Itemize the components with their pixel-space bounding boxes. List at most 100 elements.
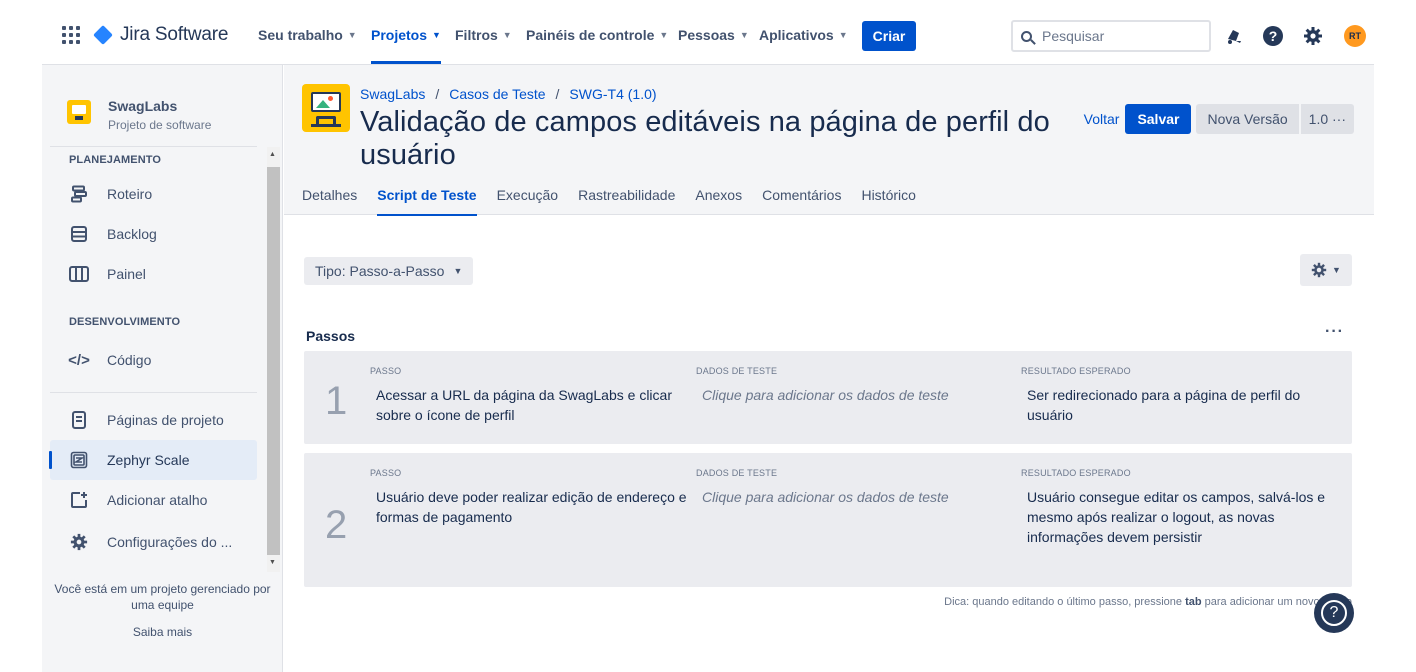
chevron-down-icon: ▼: [659, 30, 669, 40]
project-sidebar: SwagLabs Projeto de software PLANEJAMENT…: [42, 65, 283, 672]
breadcrumb-separator: /: [435, 86, 440, 102]
nav-filtros[interactable]: Filtros ▼: [455, 27, 512, 43]
script-settings-dropdown[interactable]: ▼: [1300, 254, 1352, 286]
tab-bar: Detalhes Script de Teste Execução Rastre…: [302, 187, 936, 216]
help-icon[interactable]: ?: [1261, 24, 1285, 48]
help-icon: ?: [1321, 600, 1347, 626]
step-action-text[interactable]: Usuário deve poder realizar edição de en…: [376, 487, 690, 527]
step-row-1[interactable]: 1 PASSO Acessar a URL da página da SwagL…: [304, 351, 1352, 444]
nav-label: Painéis de controle: [526, 27, 655, 43]
sidebar-item-painel[interactable]: Painel: [50, 254, 257, 294]
page-icon: [69, 410, 89, 430]
step-result-text[interactable]: Usuário consegue editar os campos, salvá…: [1027, 487, 1331, 547]
nav-seu-trabalho[interactable]: Seu trabalho ▼: [258, 27, 357, 43]
step-col-action[interactable]: PASSO Usuário deve poder realizar edição…: [370, 468, 690, 527]
tab-rastreabilidade[interactable]: Rastreabilidade: [578, 187, 675, 215]
section-planejamento: PLANEJAMENTO: [69, 154, 162, 166]
step-action-text[interactable]: Acessar a URL da página da SwagLabs e cl…: [376, 385, 690, 425]
page-title[interactable]: Validação de campos editáveis na página …: [360, 106, 1080, 172]
learn-more-link[interactable]: Saiba mais: [42, 624, 283, 640]
breadcrumb-current[interactable]: SWG-T4 (1.0): [569, 86, 656, 102]
step-col-data[interactable]: DADOS DE TESTE Clique para adicionar os …: [696, 468, 1016, 507]
add-step-hint: Dica: quando editando o último passo, pr…: [944, 596, 1352, 608]
board-icon: [69, 264, 89, 284]
chevron-down-icon: ▼: [432, 30, 441, 40]
project-header[interactable]: SwagLabs Projeto de software: [67, 98, 211, 132]
nav-aplicativos[interactable]: Aplicativos ▼: [759, 27, 848, 43]
column-label: RESULTADO ESPERADO: [1021, 468, 1131, 478]
nav-paineis[interactable]: Painéis de controle ▼: [526, 27, 668, 43]
apps-grid-icon[interactable]: [62, 26, 82, 46]
sidebar-item-adicionar-atalho[interactable]: Adicionar atalho: [50, 480, 257, 520]
nav-pessoas[interactable]: Pessoas ▼: [678, 27, 749, 43]
tab-anexos[interactable]: Anexos: [695, 187, 742, 215]
nav-projetos[interactable]: Projetos ▼: [371, 27, 441, 64]
scroll-down-icon[interactable]: ▼: [269, 559, 276, 566]
script-type-value: Tipo: Passo-a-Passo: [315, 263, 445, 279]
sidebar-item-label: Zephyr Scale: [107, 452, 190, 468]
app-frame: Jira Software Seu trabalho ▼ Projetos ▼ Fi…: [42, 0, 1374, 672]
save-button[interactable]: Salvar: [1125, 104, 1192, 134]
sidebar-item-label: Código: [107, 352, 152, 368]
step-data-placeholder[interactable]: Clique para adicionar os dados de teste: [702, 487, 1016, 507]
product-logo[interactable]: Jira Software: [93, 24, 229, 46]
sidebar-item-label: Painel: [107, 266, 146, 282]
tab-detalhes[interactable]: Detalhes: [302, 187, 357, 215]
jira-logo-icon: [93, 25, 113, 45]
hint-key: tab: [1185, 596, 1202, 608]
breadcrumb-test-cases[interactable]: Casos de Teste: [449, 86, 545, 102]
divider: [50, 146, 257, 147]
chevron-down-icon: ▼: [739, 30, 749, 40]
sidebar-item-backlog[interactable]: Backlog: [50, 214, 257, 254]
main-content: SwagLabs / Casos de Teste / SWG-T4 (1.0)…: [284, 65, 1374, 672]
version-menu-button[interactable]: 1.0 ···: [1300, 104, 1354, 134]
sidebar-item-label: Configurações do ...: [107, 534, 233, 550]
search-input[interactable]: Pesquisar: [1011, 20, 1211, 52]
chevron-down-icon: ▼: [347, 30, 357, 40]
back-link[interactable]: Voltar: [1084, 111, 1120, 127]
script-type-select[interactable]: Tipo: Passo-a-Passo ▼: [304, 257, 474, 285]
product-name: Jira Software: [120, 24, 229, 45]
notifications-icon[interactable]: [1222, 24, 1246, 48]
breadcrumb-project[interactable]: SwagLabs: [360, 86, 425, 102]
tab-execucao[interactable]: Execução: [497, 187, 558, 215]
sidebar-item-label: Roteiro: [107, 186, 153, 202]
sidebar-item-label: Backlog: [107, 226, 157, 242]
sidebar-item-roteiro[interactable]: Roteiro: [50, 174, 257, 214]
sidebar-item-zephyr[interactable]: Zephyr Scale: [49, 440, 257, 480]
avatar[interactable]: RT: [1344, 25, 1366, 47]
new-version-button[interactable]: Nova Versão: [1196, 104, 1299, 134]
scroll-up-icon[interactable]: ▲: [269, 151, 276, 158]
settings-gear-icon[interactable]: [1301, 24, 1325, 48]
footer-text: Você está em um projeto gerenciado por u…: [54, 582, 271, 612]
column-label: DADOS DE TESTE: [696, 468, 778, 478]
help-button[interactable]: ?: [1314, 593, 1354, 633]
chevron-down-icon: ▼: [502, 30, 512, 40]
chevron-down-icon: ▼: [1332, 265, 1341, 275]
step-col-result[interactable]: RESULTADO ESPERADO Usuário consegue edit…: [1021, 468, 1331, 547]
column-label: PASSO: [370, 366, 402, 376]
step-col-data[interactable]: DADOS DE TESTE Clique para adicionar os …: [696, 366, 1016, 405]
tab-comentarios[interactable]: Comentários: [762, 187, 841, 215]
step-data-placeholder[interactable]: Clique para adicionar os dados de teste: [702, 385, 1016, 405]
zephyr-icon: [69, 450, 89, 470]
nav-label: Projetos: [371, 27, 428, 43]
steps-more-button[interactable]: ···: [1325, 323, 1344, 341]
sidebar-scrollbar[interactable]: ▲ ▼: [266, 147, 281, 572]
step-number: 1: [325, 379, 348, 423]
step-col-result[interactable]: RESULTADO ESPERADO Ser redirecionado par…: [1021, 366, 1331, 425]
step-row-2[interactable]: 2 PASSO Usuário deve poder realizar ediç…: [304, 453, 1352, 587]
chevron-down-icon: ▼: [453, 266, 463, 276]
step-col-action[interactable]: PASSO Acessar a URL da página da SwagLab…: [370, 366, 690, 425]
tab-script-de-teste[interactable]: Script de Teste: [377, 187, 477, 216]
create-button[interactable]: Criar: [862, 21, 916, 51]
sidebar-item-configuracoes[interactable]: Configurações do ...: [50, 522, 257, 562]
sidebar-item-codigo[interactable]: </> Código: [50, 340, 257, 380]
divider: [50, 392, 257, 393]
tab-historico[interactable]: Histórico: [861, 187, 915, 215]
scrollbar-thumb[interactable]: [267, 167, 280, 555]
nav-label: Filtros: [455, 27, 498, 43]
step-result-text[interactable]: Ser redirecionado para a página de perfi…: [1027, 385, 1331, 425]
chevron-down-icon: ▼: [838, 30, 848, 40]
sidebar-item-paginas[interactable]: Páginas de projeto: [50, 400, 257, 440]
